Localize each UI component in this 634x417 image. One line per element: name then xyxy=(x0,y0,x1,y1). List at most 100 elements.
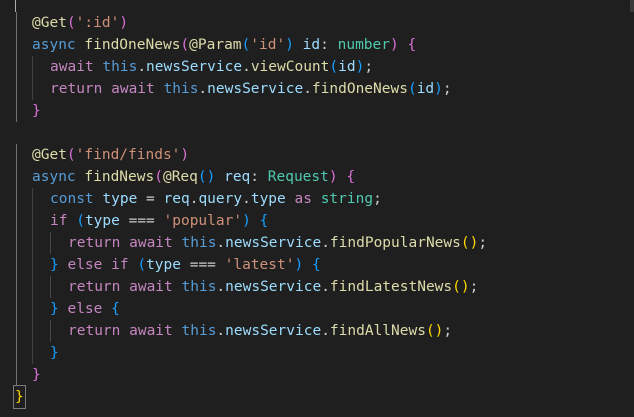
code-line[interactable]: } xyxy=(0,385,634,409)
code-token: } xyxy=(32,103,41,119)
indent-guide xyxy=(16,12,17,34)
code-editor[interactable]: @Get(':id') async findOneNews(@Param('id'… xyxy=(0,0,634,417)
code-token: ) xyxy=(180,147,190,163)
code-token: ) xyxy=(328,169,338,185)
code-token: ( xyxy=(66,15,76,31)
code-token: newsService xyxy=(225,235,322,251)
code-text: return await this.newsService.findAllNew… xyxy=(68,320,452,342)
code-token: id xyxy=(416,81,435,97)
code-token: findLatestNews xyxy=(329,279,453,295)
code-line[interactable] xyxy=(0,122,634,144)
code-token: await xyxy=(129,279,182,295)
code-token: . xyxy=(137,59,147,75)
code-text: const type = req.query.type as string; xyxy=(50,188,382,210)
code-text: return await this.newsService.findPopula… xyxy=(68,232,487,254)
code-token: : xyxy=(250,169,268,185)
code-token: () xyxy=(452,279,470,295)
code-token: ':id' xyxy=(75,15,120,31)
indent-guide xyxy=(16,254,17,276)
matched-closing-brace: } xyxy=(13,385,26,409)
indent-guide xyxy=(16,364,17,386)
indent-guide xyxy=(32,78,33,100)
code-token: async xyxy=(32,169,85,185)
scrollbar-edge[interactable] xyxy=(630,0,634,12)
code-token: this xyxy=(181,235,217,251)
code-text: } xyxy=(32,364,41,386)
code-token: : xyxy=(320,37,338,53)
code-line[interactable]: } else { xyxy=(0,298,634,320)
code-token: id xyxy=(338,59,356,75)
code-token: ( xyxy=(66,147,76,163)
code-line[interactable]: return await this.newsService.findLatest… xyxy=(0,276,634,298)
code-token: req xyxy=(224,169,251,185)
code-token: ) xyxy=(119,15,129,31)
code-text: return await this.newsService.findOneNew… xyxy=(50,78,452,100)
code-text: @Get('find/finds') xyxy=(32,144,189,166)
code-token: @Req xyxy=(162,169,198,185)
code-token: findNews xyxy=(84,169,155,185)
code-token: } xyxy=(50,345,59,361)
code-text: } xyxy=(50,342,59,364)
code-token: query xyxy=(198,191,243,207)
code-line[interactable]: async findNews(@Req() req: Request) { xyxy=(0,166,634,188)
code-line[interactable]: } else if (type === 'latest') { xyxy=(0,254,634,276)
code-line[interactable]: async findOneNews(@Param('id') id: numbe… xyxy=(0,34,634,56)
code-token: number xyxy=(337,37,390,53)
code-line[interactable]: } xyxy=(0,342,634,364)
code-line[interactable]: } xyxy=(0,100,634,122)
indent-guide xyxy=(16,144,17,166)
code-token: await xyxy=(129,235,182,251)
code-line[interactable]: await this.newsService.viewCount(id); xyxy=(0,56,634,78)
code-token: } xyxy=(50,301,68,317)
code-line[interactable]: return await this.newsService.findOneNew… xyxy=(0,78,634,100)
code-text: @Get(':id') xyxy=(32,12,128,34)
code-lines[interactable]: @Get(':id') async findOneNews(@Param('id'… xyxy=(0,12,634,409)
code-token: id xyxy=(302,37,321,53)
code-line[interactable]: const type = req.query.type as string; xyxy=(0,188,634,210)
code-line[interactable]: } xyxy=(0,364,634,386)
code-token: newsService xyxy=(225,323,322,339)
code-token: . xyxy=(242,59,251,75)
indent-guide xyxy=(16,188,17,210)
code-token: return xyxy=(68,323,130,339)
code-token: . xyxy=(242,191,251,207)
code-token: } xyxy=(32,367,41,383)
code-token: { xyxy=(259,213,269,229)
code-token: this xyxy=(181,279,217,295)
code-token: as xyxy=(294,191,321,207)
code-line[interactable]: if (type === 'popular') { xyxy=(0,210,634,232)
indent-guide xyxy=(50,276,51,298)
indent-guide xyxy=(32,342,33,364)
indent-guide xyxy=(16,210,17,232)
code-token: @Param xyxy=(189,37,242,53)
code-token: ( xyxy=(76,213,85,229)
code-token: === xyxy=(119,213,164,229)
code-token: = xyxy=(137,191,164,207)
code-token: 'find/finds' xyxy=(75,147,181,163)
code-token: return xyxy=(68,279,130,295)
indent-guide xyxy=(32,320,33,342)
code-line[interactable]: @Get(':id') xyxy=(0,12,634,34)
code-token: req xyxy=(163,191,190,207)
code-token: ) xyxy=(285,37,294,53)
indent-guide xyxy=(16,320,17,342)
code-token: () xyxy=(197,169,216,185)
code-token: await xyxy=(50,59,103,75)
code-token: . xyxy=(216,235,226,251)
code-token: ) xyxy=(434,81,443,97)
code-token: return xyxy=(68,235,130,251)
code-line[interactable]: return await this.newsService.findPopula… xyxy=(0,232,634,254)
code-token: findOneNews xyxy=(84,37,181,53)
code-line[interactable]: return await this.newsService.findAllNew… xyxy=(0,320,634,342)
code-token: findAllNews xyxy=(329,323,426,339)
code-token: Request xyxy=(267,169,329,185)
code-token: . xyxy=(321,235,330,251)
indent-guide xyxy=(16,276,17,298)
code-token: () xyxy=(460,235,479,251)
code-token: . xyxy=(321,323,330,339)
code-text: } xyxy=(32,100,41,122)
indent-guide xyxy=(16,342,17,364)
code-line[interactable]: @Get('find/finds') xyxy=(0,144,634,166)
